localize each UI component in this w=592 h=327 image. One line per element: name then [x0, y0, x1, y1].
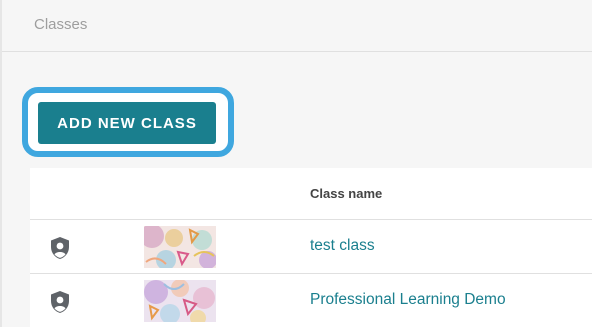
shield-person-icon [51, 237, 69, 259]
add-new-class-button[interactable]: ADD NEW CLASS [38, 102, 216, 144]
class-name-link[interactable]: Professional Learning Demo [310, 291, 506, 309]
class-name-link[interactable]: test class [310, 237, 375, 255]
class-thumbnail [144, 280, 216, 322]
classes-table: Class name test class Professional Learn… [30, 168, 592, 327]
table-row[interactable]: Professional Learning Demo [30, 274, 592, 327]
page-header: Classes [2, 0, 592, 52]
class-thumbnail [144, 226, 216, 268]
table-header: Class name [30, 168, 592, 220]
breadcrumb: Classes [34, 16, 88, 33]
shield-person-icon [51, 291, 69, 313]
column-header-class-name[interactable]: Class name [310, 186, 382, 201]
table-row[interactable]: test class [30, 220, 592, 274]
